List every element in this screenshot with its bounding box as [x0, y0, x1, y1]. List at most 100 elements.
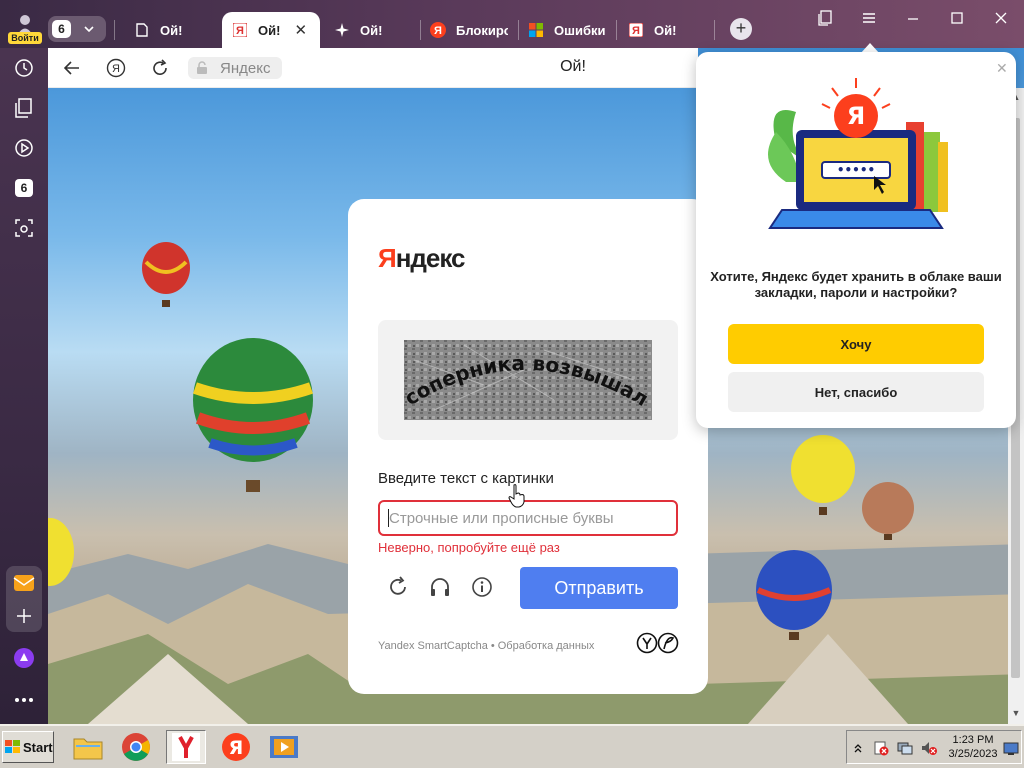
chevron-up-icon[interactable]: [853, 740, 863, 756]
accept-button[interactable]: Хочу: [728, 324, 984, 364]
address-field[interactable]: Яндекс: [188, 57, 282, 79]
svg-text:•••••: •••••: [837, 163, 875, 177]
close-popup-icon[interactable]: ✕: [996, 60, 1008, 77]
taskbar: Start Я 1:23 PM 3/25/2023: [0, 724, 1024, 768]
refresh-icon[interactable]: [386, 575, 410, 599]
security-alert-icon[interactable]: [873, 740, 889, 756]
yandex-taskbar-icon[interactable]: Я: [216, 730, 256, 764]
system-tray: 1:23 PM 3/25/2023: [846, 730, 1022, 764]
laptop-illustration: ••••• Я: [768, 78, 948, 229]
new-tab-button[interactable]: +: [730, 18, 752, 40]
svg-text:Я: Я: [632, 25, 640, 37]
tab-6[interactable]: Я Ой!: [628, 12, 708, 48]
reload-icon[interactable]: [150, 58, 170, 78]
captcha-prompt: Введите текст с картинки: [378, 470, 554, 487]
history-icon[interactable]: [12, 56, 36, 80]
more-icon[interactable]: [12, 688, 36, 712]
tabs-count: 6: [52, 20, 71, 38]
back-arrow-icon[interactable]: [62, 58, 82, 78]
sparkle-icon: [334, 22, 350, 38]
tab-5[interactable]: Ошибки: [528, 12, 606, 48]
network-icon[interactable]: [897, 740, 913, 756]
balloon-image: [48, 518, 74, 586]
tab-separator: [616, 20, 617, 40]
footer-separator: •: [490, 640, 495, 652]
svg-text:Я: Я: [112, 63, 120, 75]
error-message: Неверно, попробуйте ещё раз: [378, 540, 560, 555]
page-icon: [134, 22, 150, 38]
login-label: Войти: [8, 32, 42, 44]
captcha-image: соперника возвышался: [404, 340, 652, 420]
captcha-image-box: соперника возвышался: [378, 320, 678, 440]
tab-label: Ой!: [160, 22, 183, 38]
clock[interactable]: 1:23 PM 3/25/2023: [945, 733, 1001, 761]
yandex-browser-taskbar-icon[interactable]: [166, 730, 206, 764]
address-domain: Яндекс: [220, 59, 271, 77]
screenshot-icon[interactable]: [12, 216, 36, 240]
yandex-red-icon: Я: [430, 22, 446, 38]
tab-1[interactable]: Ой!: [134, 12, 218, 48]
decline-button[interactable]: Нет, спасибо: [728, 372, 984, 412]
lock-icon[interactable]: [192, 59, 212, 77]
start-button[interactable]: Start: [2, 731, 54, 763]
svg-text:Я: Я: [847, 102, 865, 130]
balloon-image: [862, 482, 914, 540]
smartcaptcha-logo-icon: [636, 632, 679, 654]
chevron-down-icon: [84, 26, 94, 33]
collections-icon[interactable]: [814, 8, 836, 28]
tab-4[interactable]: Я Блокиро: [430, 12, 508, 48]
popup-message: Хотите, Яндекс будет хранить в облаке ва…: [696, 269, 1016, 301]
chrome-icon[interactable]: [116, 730, 156, 764]
show-desktop-icon[interactable]: [1003, 740, 1019, 756]
audio-headphones-icon[interactable]: [428, 575, 452, 599]
yandex-icon: Я: [628, 22, 644, 38]
tabs-badge-icon[interactable]: 6: [12, 176, 36, 200]
captcha-card: Яндекс соперника возвышался Введите текс…: [348, 199, 708, 694]
collections-sidebar-icon[interactable]: [12, 96, 36, 120]
close-window-icon[interactable]: [990, 8, 1012, 28]
tab-separator: [714, 20, 715, 40]
yandex-icon: Я: [232, 22, 248, 38]
mail-icon[interactable]: [12, 571, 36, 595]
tabs-counter-button[interactable]: 6: [48, 16, 106, 42]
windows-icon: [528, 22, 544, 38]
tab-separator: [420, 20, 421, 40]
popup-text-line1: Хотите, Яндекс будет хранить в облаке ва…: [710, 269, 1002, 284]
hand-cursor-icon: [508, 484, 525, 508]
minimize-icon[interactable]: [902, 8, 924, 28]
add-sidebar-icon[interactable]: [12, 604, 36, 628]
submit-button[interactable]: Отправить: [520, 567, 678, 609]
balloon-image: [756, 550, 832, 640]
volume-muted-icon[interactable]: [921, 740, 937, 756]
tab-label: Ой!: [360, 22, 383, 38]
sync-offer-popup: ✕ ••••• Я Хотите, Яндекс будет хранить в…: [696, 52, 1016, 428]
tab-label: Блокиро: [456, 22, 508, 38]
captcha-input[interactable]: [378, 500, 678, 536]
scroll-down-icon[interactable]: ▼: [1011, 708, 1021, 718]
media-player-icon[interactable]: [264, 730, 304, 764]
tab-label: Ошибки: [554, 22, 606, 38]
maximize-icon[interactable]: [946, 8, 968, 28]
address-bar: Я Яндекс Ой!: [48, 48, 698, 88]
tabs-badge: 6: [15, 179, 33, 197]
file-explorer-icon[interactable]: [68, 730, 108, 764]
tab-3[interactable]: Ой!: [334, 12, 414, 48]
alice-icon[interactable]: [12, 646, 36, 670]
data-processing-link[interactable]: Обработка данных: [498, 640, 595, 652]
tab-label: Ой!: [654, 22, 677, 38]
tab-2-active[interactable]: Я Ой! ✕: [222, 12, 320, 48]
tab-label: Ой!: [258, 22, 281, 38]
windows-flag-icon: [5, 740, 20, 753]
close-tab-icon[interactable]: ✕: [294, 21, 307, 39]
start-label: Start: [23, 739, 53, 755]
svg-text:Я: Я: [229, 737, 244, 759]
info-icon[interactable]: [470, 575, 494, 599]
balloon-image: [193, 338, 313, 492]
svg-text:Я: Я: [236, 25, 244, 37]
menu-icon[interactable]: [858, 8, 880, 28]
yandex-home-icon[interactable]: Я: [106, 58, 126, 78]
profile-button[interactable]: Войти: [8, 12, 42, 44]
smartcaptcha-brand: Yandex SmartCaptcha: [378, 640, 488, 652]
play-video-icon[interactable]: [12, 136, 36, 160]
page-title: Ой!: [560, 58, 586, 75]
